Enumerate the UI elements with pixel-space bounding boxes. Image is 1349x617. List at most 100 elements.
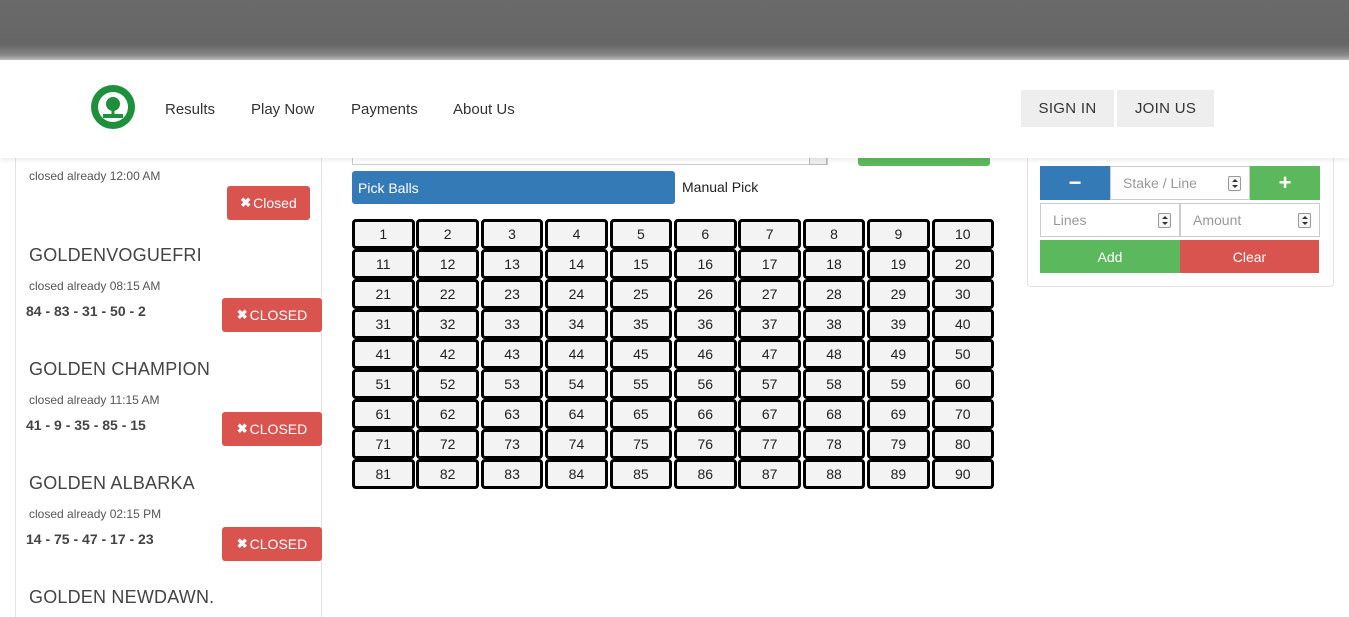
ball-53[interactable]: 53	[480, 369, 544, 399]
ball-82[interactable]: 82	[416, 459, 479, 489]
ball-60[interactable]: 60	[931, 369, 995, 399]
ball-19[interactable]: 19	[867, 249, 930, 279]
ball-21[interactable]: 21	[352, 279, 415, 309]
ball-24[interactable]: 24	[545, 279, 608, 309]
spinner-icon[interactable]	[1158, 213, 1171, 228]
ball-25[interactable]: 25	[609, 279, 673, 309]
ball-77[interactable]: 77	[738, 429, 801, 459]
closed-button[interactable]: ✖ Closed	[227, 186, 310, 220]
ball-72[interactable]: 72	[416, 429, 479, 459]
ball-65[interactable]: 65	[609, 399, 673, 429]
ball-7[interactable]: 7	[738, 219, 801, 249]
ball-40[interactable]: 40	[931, 309, 995, 339]
ball-1[interactable]: 1	[352, 219, 415, 249]
ball-88[interactable]: 88	[802, 459, 866, 489]
nav-payments[interactable]: Payments	[351, 101, 418, 118]
ball-44[interactable]: 44	[545, 339, 608, 369]
ball-43[interactable]: 43	[480, 339, 544, 369]
ball-87[interactable]: 87	[738, 459, 801, 489]
ball-38[interactable]: 38	[802, 309, 866, 339]
ball-67[interactable]: 67	[738, 399, 801, 429]
nav-about-us[interactable]: About Us	[453, 101, 515, 118]
ball-83[interactable]: 83	[480, 459, 544, 489]
ball-36[interactable]: 36	[673, 309, 737, 339]
ball-66[interactable]: 66	[673, 399, 737, 429]
ball-33[interactable]: 33	[480, 309, 544, 339]
ball-29[interactable]: 29	[867, 279, 930, 309]
ball-27[interactable]: 27	[738, 279, 801, 309]
closed-button[interactable]: ✖ CLOSED	[222, 527, 322, 561]
ball-30[interactable]: 30	[931, 279, 995, 309]
ball-9[interactable]: 9	[867, 219, 930, 249]
ball-18[interactable]: 18	[802, 249, 866, 279]
ball-37[interactable]: 37	[738, 309, 801, 339]
ball-86[interactable]: 86	[673, 459, 737, 489]
stake-per-line-input[interactable]: Stake / Line	[1110, 166, 1250, 200]
ball-26[interactable]: 26	[673, 279, 737, 309]
ball-58[interactable]: 58	[802, 369, 866, 399]
ball-52[interactable]: 52	[416, 369, 479, 399]
ball-34[interactable]: 34	[545, 309, 608, 339]
ball-84[interactable]: 84	[545, 459, 608, 489]
ball-69[interactable]: 69	[867, 399, 930, 429]
ball-8[interactable]: 8	[802, 219, 866, 249]
golden-chance-logo[interactable]	[90, 84, 136, 130]
ball-42[interactable]: 42	[416, 339, 479, 369]
ball-78[interactable]: 78	[802, 429, 866, 459]
closed-button[interactable]: ✖ CLOSED	[222, 412, 322, 446]
ball-79[interactable]: 79	[867, 429, 930, 459]
ball-64[interactable]: 64	[545, 399, 608, 429]
amount-input[interactable]: Amount	[1180, 203, 1320, 237]
ball-14[interactable]: 14	[545, 249, 608, 279]
ball-47[interactable]: 47	[738, 339, 801, 369]
ball-80[interactable]: 80	[931, 429, 995, 459]
ball-16[interactable]: 16	[673, 249, 737, 279]
closed-button[interactable]: ✖ CLOSED	[222, 298, 322, 332]
minus-button[interactable]: −	[1040, 166, 1110, 200]
ball-89[interactable]: 89	[867, 459, 930, 489]
clear-button[interactable]: Clear	[1180, 240, 1319, 273]
ball-13[interactable]: 13	[480, 249, 544, 279]
ball-46[interactable]: 46	[673, 339, 737, 369]
ball-68[interactable]: 68	[802, 399, 866, 429]
nav-results[interactable]: Results	[165, 101, 215, 118]
ball-22[interactable]: 22	[416, 279, 479, 309]
ball-71[interactable]: 71	[352, 429, 415, 459]
ball-81[interactable]: 81	[352, 459, 415, 489]
ball-5[interactable]: 5	[609, 219, 673, 249]
ball-11[interactable]: 11	[352, 249, 415, 279]
ball-32[interactable]: 32	[416, 309, 479, 339]
ball-54[interactable]: 54	[545, 369, 608, 399]
spinner-icon[interactable]	[1298, 213, 1311, 228]
ball-50[interactable]: 50	[931, 339, 995, 369]
spinner-icon[interactable]	[1228, 176, 1241, 191]
ball-63[interactable]: 63	[480, 399, 544, 429]
lines-input[interactable]: Lines	[1040, 203, 1180, 237]
ball-74[interactable]: 74	[545, 429, 608, 459]
ball-48[interactable]: 48	[802, 339, 866, 369]
ball-39[interactable]: 39	[867, 309, 930, 339]
ball-23[interactable]: 23	[480, 279, 544, 309]
ball-28[interactable]: 28	[802, 279, 866, 309]
ball-20[interactable]: 20	[931, 249, 995, 279]
ball-35[interactable]: 35	[609, 309, 673, 339]
ball-75[interactable]: 75	[609, 429, 673, 459]
ball-85[interactable]: 85	[609, 459, 673, 489]
ball-41[interactable]: 41	[352, 339, 415, 369]
ball-15[interactable]: 15	[609, 249, 673, 279]
ball-45[interactable]: 45	[609, 339, 673, 369]
ball-56[interactable]: 56	[673, 369, 737, 399]
ball-59[interactable]: 59	[867, 369, 930, 399]
ball-61[interactable]: 61	[352, 399, 415, 429]
ball-49[interactable]: 49	[867, 339, 930, 369]
nav-play-now[interactable]: Play Now	[251, 101, 314, 118]
ball-57[interactable]: 57	[738, 369, 801, 399]
ball-3[interactable]: 3	[480, 219, 544, 249]
add-button[interactable]: Add	[1040, 240, 1180, 273]
ball-10[interactable]: 10	[931, 219, 995, 249]
ball-12[interactable]: 12	[416, 249, 479, 279]
manual-pick-tab[interactable]: Manual Pick	[682, 179, 758, 195]
ball-90[interactable]: 90	[931, 459, 995, 489]
ball-73[interactable]: 73	[480, 429, 544, 459]
ball-4[interactable]: 4	[545, 219, 608, 249]
